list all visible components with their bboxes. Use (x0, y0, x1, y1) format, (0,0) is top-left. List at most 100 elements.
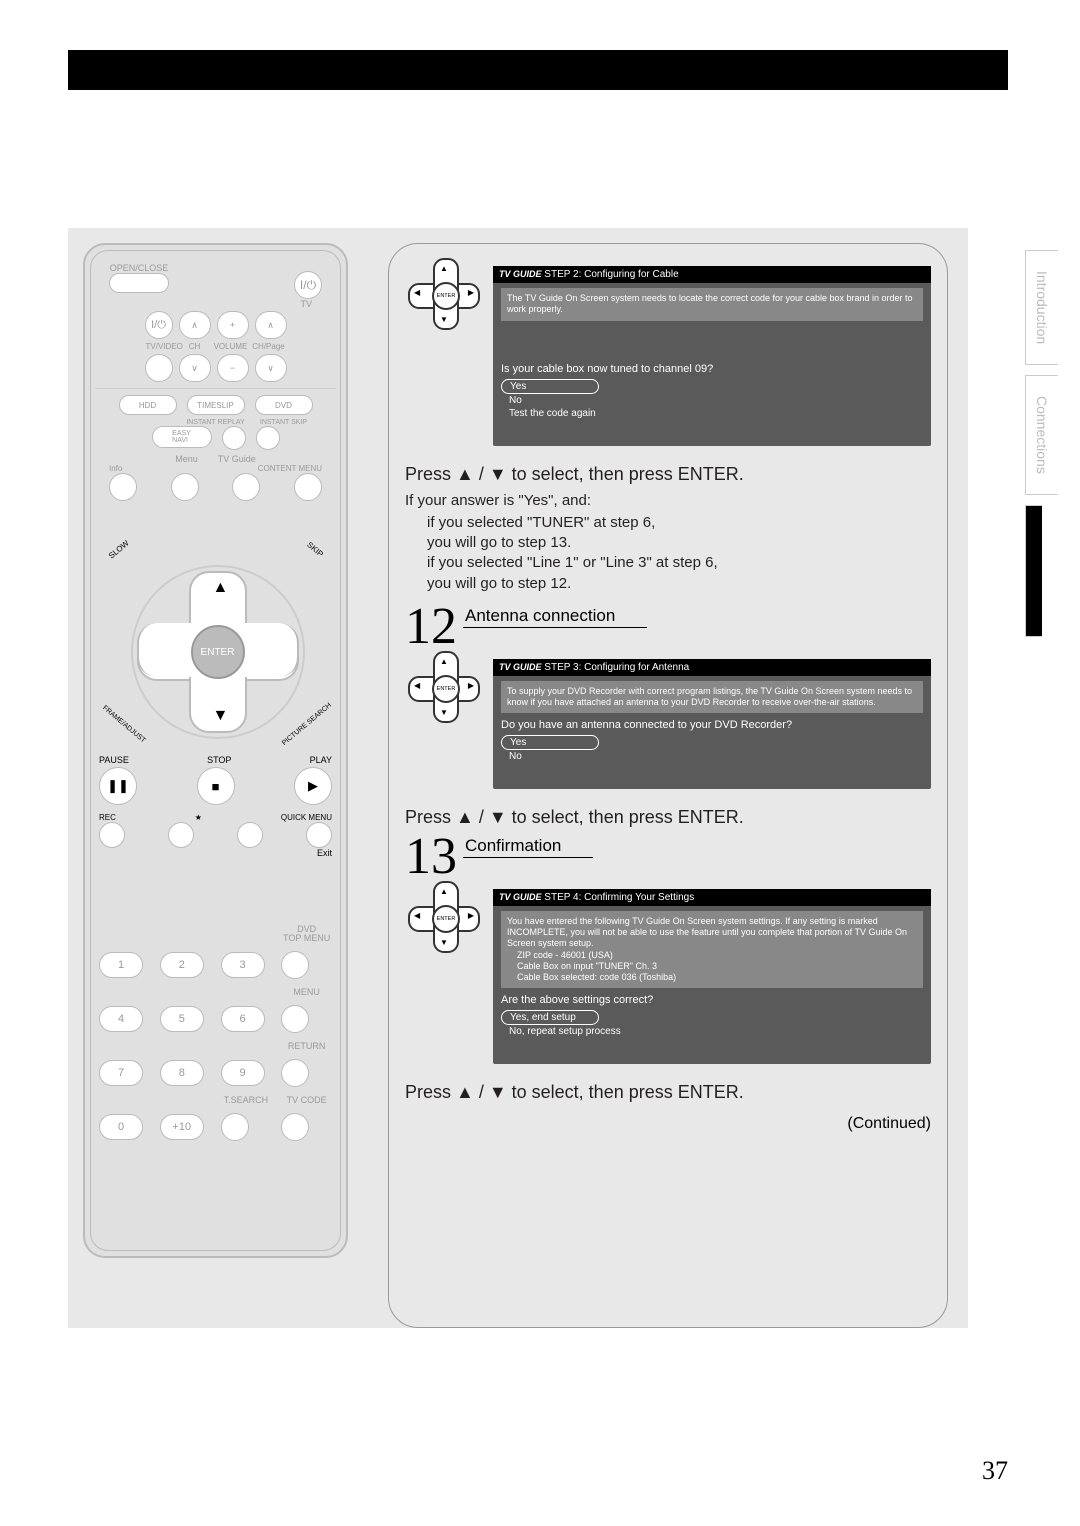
play-button[interactable]: ▶ (294, 767, 332, 805)
opt-no: No (501, 394, 923, 407)
easy-navi-button[interactable]: EASY NAVI (152, 426, 212, 448)
vol-up-button[interactable]: + (217, 311, 249, 339)
step-12-title: Antenna connection (463, 606, 647, 628)
ch-down-button[interactable]: ∨ (179, 354, 211, 382)
num-plus10[interactable]: +10 (160, 1114, 204, 1140)
menu2-button[interactable] (281, 1005, 309, 1033)
page-up-button[interactable]: ∧ (255, 311, 287, 339)
screen-cable-question: Is your cable box now tuned to channel 0… (501, 363, 923, 375)
power-button[interactable]: I/⏻ (294, 271, 322, 299)
instant-skip-button[interactable] (256, 426, 280, 450)
opt-confirm-yes: Yes, end setup (501, 1010, 599, 1025)
step-12-number: 12 (405, 604, 457, 651)
screen-antenna-sub: To supply your DVD Recorder with correct… (501, 681, 923, 714)
screen-antenna: TV GUIDE STEP 3: Configuring for Antenna… (493, 659, 931, 790)
exit-label: Exit (99, 848, 332, 858)
screen-confirm-question: Are the above settings correct? (501, 994, 923, 1006)
instant-replay-label: INSTANT REPLAY (186, 419, 246, 426)
tab-active (1025, 505, 1042, 637)
instant-skip-label: INSTANT SKIP (254, 419, 314, 426)
open-close-button[interactable] (109, 273, 169, 293)
instructions-panel: ENTER ▲▼◀▶ TV GUIDE STEP 2: Configuring … (388, 243, 948, 1328)
ch-up-button[interactable]: ∧ (179, 311, 211, 339)
num-2[interactable]: 2 (160, 952, 204, 978)
tvguide-brand: TV GUIDE (499, 662, 542, 672)
opt-test: Test the code again (501, 407, 923, 420)
num-7[interactable]: 7 (99, 1060, 143, 1086)
instant-replay-button[interactable] (222, 426, 246, 450)
ans-l4: you will go to step 12. (427, 575, 571, 592)
num-5[interactable]: 5 (160, 1006, 204, 1032)
ans-l1: if you selected "TUNER" at step 6, (427, 514, 655, 531)
ch-label: CH (180, 342, 210, 351)
tsearch-button[interactable] (221, 1113, 249, 1141)
info-button[interactable] (109, 473, 137, 501)
dpad-enter-label: ENTER (432, 675, 460, 703)
exit-button[interactable] (306, 822, 332, 848)
menu-label: Menu (175, 454, 198, 464)
tvguide-button[interactable] (232, 473, 260, 501)
opt-antenna-no: No (501, 750, 923, 763)
screen-cable-sub: The TV Guide On Screen system needs to l… (501, 288, 923, 321)
page: Introduction Connections OPEN/CLOSE I/⏻ … (0, 0, 1080, 1526)
dpad-icon: ENTER ▲▼◀▶ (412, 262, 476, 326)
num-0[interactable]: 0 (99, 1114, 143, 1140)
hdd-button[interactable]: HDD (119, 395, 177, 415)
num-9[interactable]: 9 (221, 1060, 265, 1086)
num-3[interactable]: 3 (221, 952, 265, 978)
dpad-icon: ENTER ▲▼◀▶ (412, 885, 476, 949)
menu2-label: MENU (281, 987, 332, 997)
timeslip-button[interactable]: TIMESLIP (187, 395, 245, 415)
screen-cable-header: STEP 2: Configuring for Cable (544, 269, 678, 280)
tv-label: TV (95, 299, 336, 309)
screen-confirm: TV GUIDE STEP 4: Confirming Your Setting… (493, 889, 931, 1065)
tvcode-label: TV CODE (281, 1095, 332, 1105)
press-instruction-3: Press ▲ / ▼ to select, then press ENTER. (405, 1082, 931, 1103)
confirm-line1: ZIP code - 46001 (USA) (517, 950, 613, 960)
remote-control: OPEN/CLOSE I/⏻ TV I/⏻ ∧ + ∧ TV/VIDEO CH … (83, 243, 348, 1258)
content-menu-label: CONTENT MENU (258, 464, 322, 473)
num-8[interactable]: 8 (160, 1060, 204, 1086)
stop-label: STOP (207, 755, 231, 765)
opt-antenna-yes: Yes (501, 735, 599, 750)
ans-l3: if you selected "Line 1" or "Line 3" at … (427, 554, 718, 571)
return-button[interactable] (281, 1059, 309, 1087)
screen-antenna-header: STEP 3: Configuring for Antenna (544, 662, 689, 673)
pause-button[interactable]: ❚❚ (99, 767, 137, 805)
content-menu-button[interactable] (294, 473, 322, 501)
info-label: Info (109, 464, 122, 473)
tvcode-button[interactable] (281, 1113, 309, 1141)
tv-power-button[interactable]: I/⏻ (145, 311, 173, 339)
opt-yes: Yes (501, 379, 599, 394)
tvvideo-label: TV/VIDEO (146, 342, 176, 351)
enter-button[interactable]: ENTER (191, 625, 245, 679)
answer-intro: If your answer is "Yes", and: (405, 491, 931, 511)
tv-video-button[interactable] (145, 354, 173, 382)
dvd-top-menu-label: DVD TOP MENU (281, 925, 332, 943)
num-1[interactable]: 1 (99, 952, 143, 978)
return-label: RETURN (281, 1041, 332, 1051)
step-13-title: Confirmation (463, 836, 593, 858)
quick-menu-button[interactable] (237, 822, 263, 848)
confirm-line2: Cable Box on input "TUNER" Ch. 3 (517, 961, 657, 971)
dvd-button[interactable]: DVD (255, 395, 313, 415)
continued-label: (Continued) (405, 1115, 931, 1133)
page-down-button[interactable]: ∨ (255, 354, 287, 382)
quick-menu-label: QUICK MENU (281, 813, 332, 822)
tab-connections: Connections (1025, 375, 1058, 495)
screen-antenna-question: Do you have an antenna connected to your… (501, 719, 923, 731)
menu-button[interactable] (171, 473, 199, 501)
header-bar (68, 50, 1008, 90)
tvguide-label: TV Guide (218, 454, 256, 464)
page-number: 37 (982, 1456, 1008, 1486)
rec-button[interactable] (99, 822, 125, 848)
step-13-number: 13 (405, 834, 457, 881)
dpad-enter-label: ENTER (432, 905, 460, 933)
stop-button[interactable]: ■ (197, 767, 235, 805)
num-4[interactable]: 4 (99, 1006, 143, 1032)
confirm-line3: Cable Box selected: code 036 (Toshiba) (517, 972, 676, 982)
vol-down-button[interactable]: − (217, 354, 249, 382)
star-button[interactable] (168, 822, 194, 848)
top-menu-button[interactable] (281, 951, 309, 979)
num-6[interactable]: 6 (221, 1006, 265, 1032)
